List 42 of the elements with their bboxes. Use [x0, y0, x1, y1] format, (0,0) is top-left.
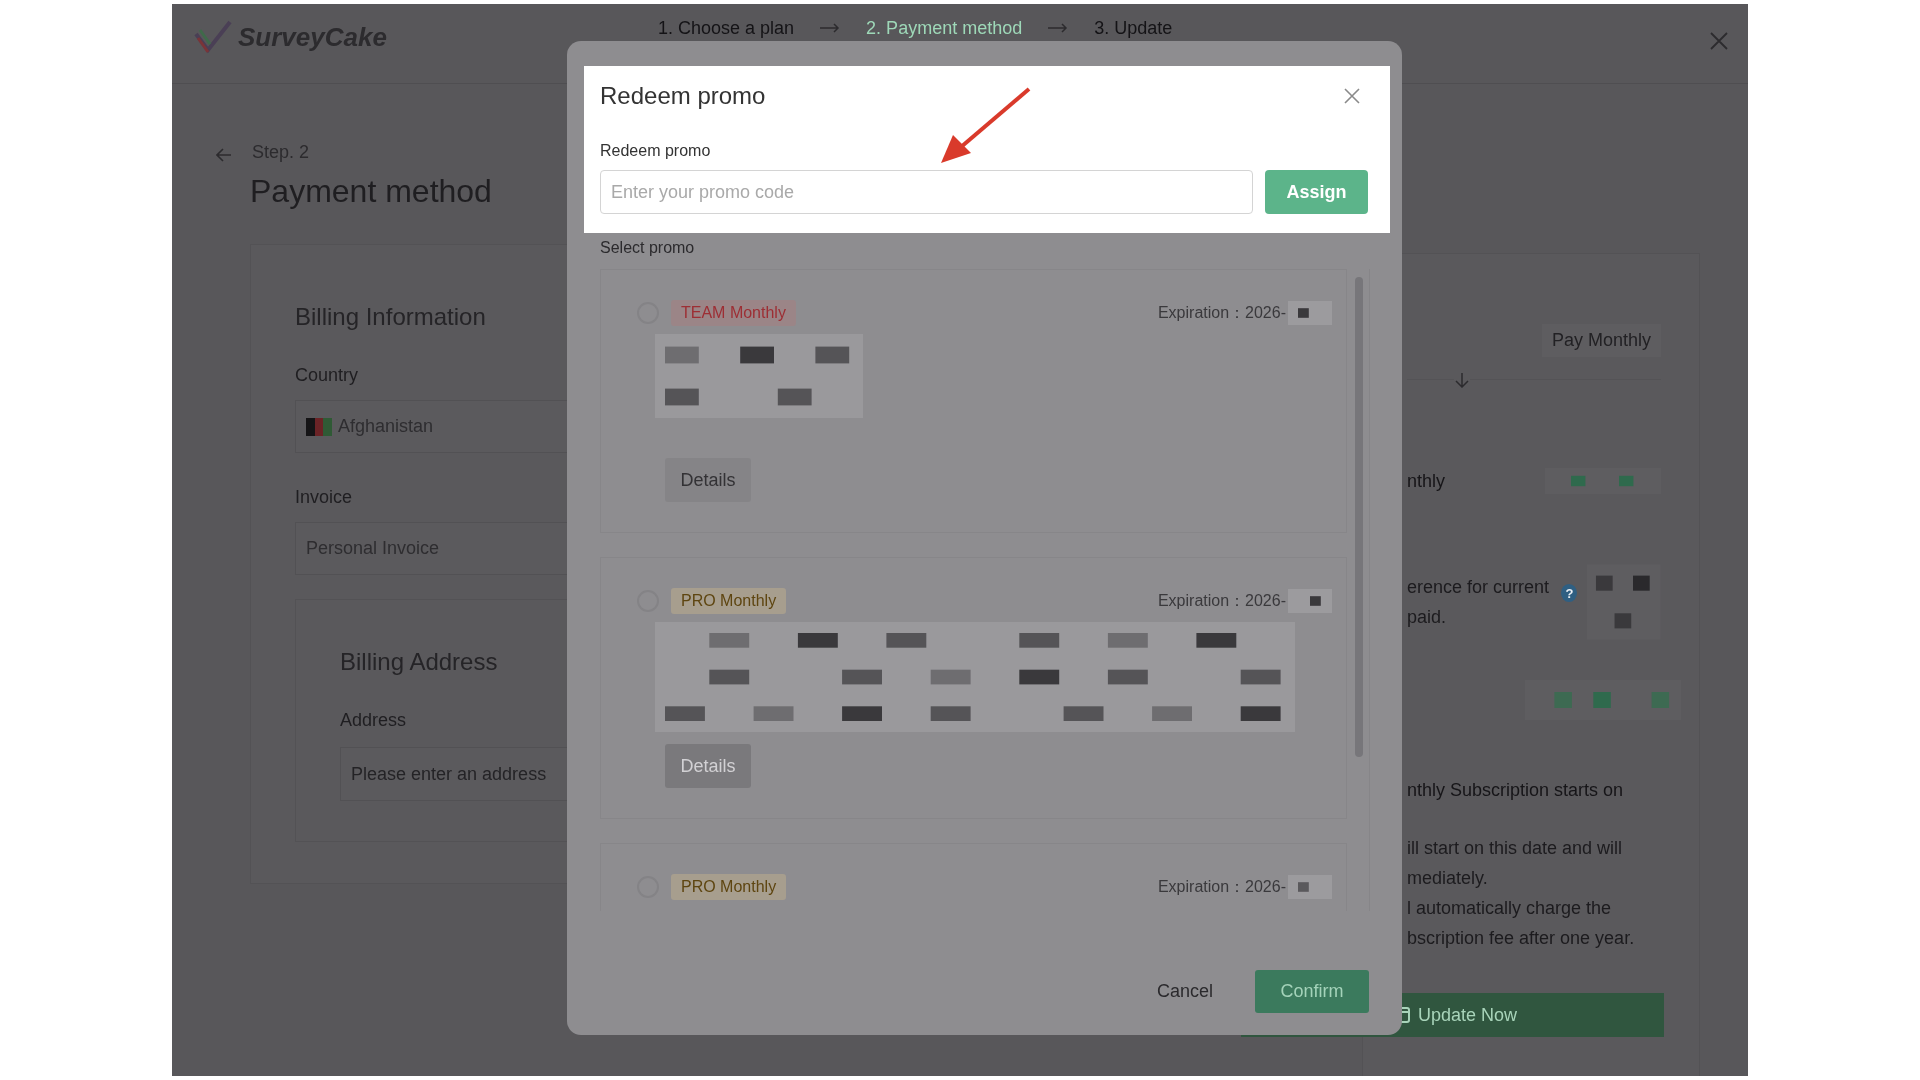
logo-icon — [194, 20, 232, 54]
plan-tag: PRO Monthly — [671, 588, 787, 614]
step-item: 1. Choose a plan — [658, 17, 795, 39]
redaction-mosaic — [1288, 301, 1332, 325]
close-icon[interactable] — [1710, 32, 1728, 50]
close-icon[interactable] — [1344, 88, 1360, 104]
arrow-icon — [1048, 23, 1069, 33]
step-item: 2. Payment method — [866, 17, 1023, 39]
start-text: nthly Subscription starts on — [1407, 780, 1625, 801]
field-label: Select promo — [600, 239, 696, 257]
promo-card[interactable]: PRO Monthly Expiration：2026- Details — [600, 557, 1347, 819]
expiration-text: Expiration：2026- — [1157, 876, 1286, 897]
field-label: Country — [295, 365, 359, 386]
assign-button[interactable]: Assign — [1265, 170, 1368, 214]
details-button[interactable]: Details — [665, 458, 751, 502]
info-text: bscription fee after one year. — [1407, 927, 1636, 950]
confirm-button[interactable]: Confirm — [1255, 970, 1369, 1013]
promo-card[interactable]: TEAM Monthly Expiration：2026- Details — [600, 269, 1347, 533]
plan-tag: TEAM Monthly — [671, 300, 796, 326]
page-title: Payment method — [250, 173, 492, 210]
step-item: 3. Update — [1094, 17, 1173, 39]
flag-icon — [306, 417, 332, 436]
redaction-mosaic — [1288, 589, 1332, 613]
expiration-text: Expiration：2026- — [1157, 302, 1286, 323]
field-label: Redeem promo — [600, 142, 712, 160]
plan-tag: PRO Monthly — [671, 874, 787, 900]
redaction-mosaic — [1288, 875, 1332, 899]
note-text: erence for current — [1407, 576, 1551, 599]
plan-name: nthly — [1407, 470, 1446, 492]
promo-code-field[interactable]: Enter your promo code — [600, 170, 1253, 214]
info-text: mediately. — [1407, 867, 1489, 890]
cancel-button[interactable]: Cancel — [1150, 980, 1219, 1003]
dialog-title: Redeem promo — [600, 82, 766, 110]
field-label: Address — [340, 710, 407, 731]
promo-card[interactable]: PRO Monthly Expiration：2026- — [600, 843, 1347, 911]
help-icon[interactable]: ? — [1561, 584, 1578, 602]
plan-badge: Pay Monthly — [1541, 324, 1661, 357]
back-icon[interactable] — [216, 147, 232, 162]
field-label: Invoice — [295, 487, 353, 508]
expiration-text: Expiration：2026- — [1157, 590, 1286, 611]
arrow-icon — [820, 23, 841, 33]
note-text: paid. — [1407, 606, 1448, 629]
